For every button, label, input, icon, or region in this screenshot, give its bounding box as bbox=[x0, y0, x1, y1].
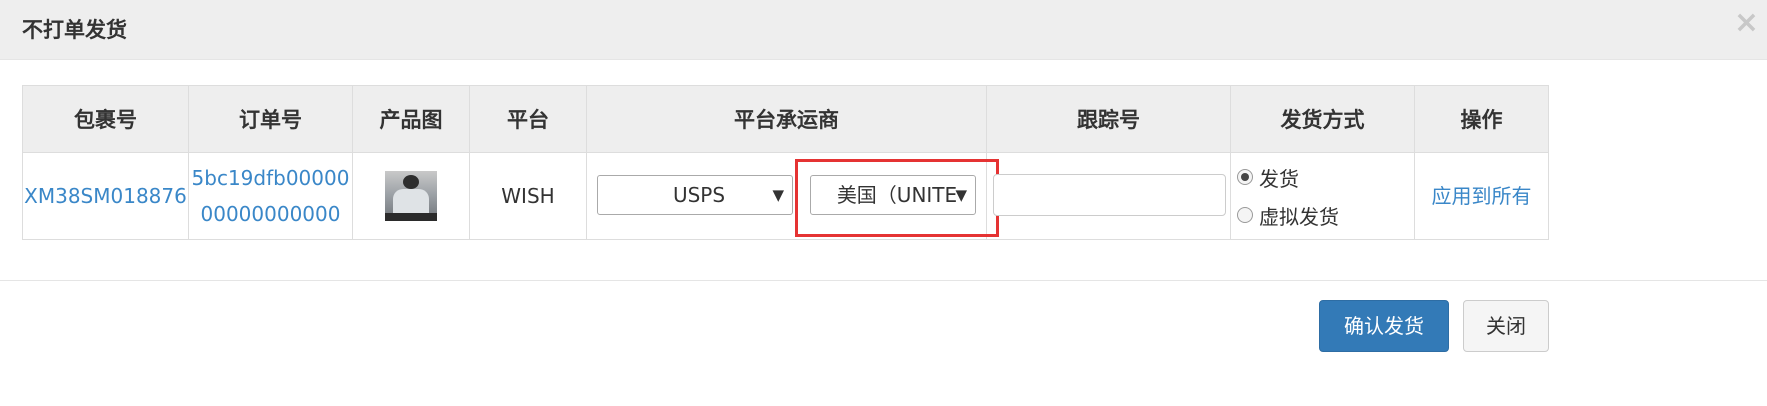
column-header-action: 操作 bbox=[1414, 85, 1549, 153]
carrier-select-value: USPS bbox=[672, 183, 726, 207]
close-button[interactable]: 关闭 bbox=[1463, 300, 1549, 352]
shipment-table: 包裹号 订单号 产品图 平台 平台承运商 跟踪号 发货方式 操作 XM38SM0… bbox=[22, 85, 1549, 240]
radio-option-virtual-ship[interactable]: 虚拟发货 bbox=[1237, 196, 1414, 234]
order-no-cell: 5bc19dfb0000000000000000 bbox=[188, 152, 353, 240]
column-header-tracking-no: 跟踪号 bbox=[986, 85, 1231, 153]
tracking-no-cell bbox=[986, 152, 1231, 240]
footer-divider bbox=[0, 280, 1767, 281]
column-header-package-no: 包裹号 bbox=[22, 85, 189, 153]
dropdown-arrow-icon: ▼ bbox=[772, 186, 784, 204]
carrier-cell: USPS ▼ 美国（UNITE ▼ bbox=[586, 152, 999, 240]
column-header-carrier: 平台承运商 bbox=[586, 85, 987, 153]
radio-ship-label: 发货 bbox=[1259, 166, 1299, 191]
radio-option-ship[interactable]: 发货 bbox=[1237, 158, 1414, 196]
action-cell: 应用到所有 bbox=[1414, 152, 1549, 240]
column-header-platform: 平台 bbox=[469, 85, 587, 153]
thumbnail-head-shape bbox=[403, 175, 419, 189]
product-thumbnail[interactable] bbox=[385, 171, 437, 221]
product-image-cell bbox=[352, 152, 470, 240]
radio-ship[interactable] bbox=[1237, 169, 1253, 185]
tracking-no-input[interactable] bbox=[993, 174, 1226, 216]
table-row: XM38SM018876 5bc19dfb0000000000000000 WI… bbox=[22, 152, 1549, 240]
highlight-box bbox=[795, 159, 999, 237]
confirm-ship-button[interactable]: 确认发货 bbox=[1319, 300, 1449, 352]
close-icon[interactable]: × bbox=[1734, 8, 1759, 38]
table-header-row: 包裹号 订单号 产品图 平台 平台承运商 跟踪号 发货方式 操作 bbox=[22, 85, 1549, 153]
platform-cell: WISH bbox=[469, 152, 587, 240]
apply-to-all-link[interactable]: 应用到所有 bbox=[1432, 184, 1532, 208]
package-no-cell: XM38SM018876 bbox=[22, 152, 189, 240]
radio-virtual-ship-label: 虚拟发货 bbox=[1259, 204, 1339, 229]
modal-title: 不打单发货 bbox=[22, 18, 127, 42]
column-header-product-image: 产品图 bbox=[352, 85, 470, 153]
ship-method-cell: 发货 虚拟发货 bbox=[1230, 152, 1415, 240]
order-no-link[interactable]: 5bc19dfb0000000000000000 bbox=[192, 166, 350, 226]
carrier-select[interactable]: USPS ▼ bbox=[597, 175, 793, 215]
package-no-link[interactable]: XM38SM018876 bbox=[24, 184, 187, 208]
column-header-ship-method: 发货方式 bbox=[1230, 85, 1415, 153]
thumbnail-base-shape bbox=[385, 213, 437, 221]
modal-header: 不打单发货 × bbox=[0, 0, 1767, 60]
radio-virtual-ship[interactable] bbox=[1237, 207, 1253, 223]
column-header-order-no: 订单号 bbox=[188, 85, 353, 153]
